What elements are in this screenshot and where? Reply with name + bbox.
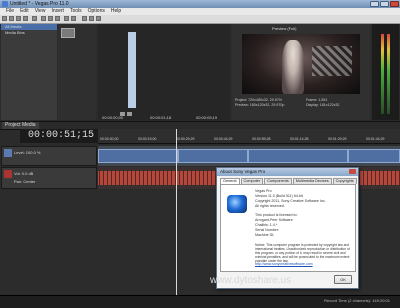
about-dialog: About Sony Vegas Pro General Computer Comp…	[216, 167, 359, 289]
main-toolbar	[0, 15, 400, 24]
master-bus-meters	[372, 24, 399, 120]
timeline-cursor[interactable]	[176, 129, 177, 295]
media-tree: All Media Media Bins	[1, 24, 57, 120]
window-title: Untitled * - Vegas Pro 11.0	[10, 1, 69, 7]
trimmer-time-right: 00:00:05;19	[196, 115, 218, 120]
trimmer-time-mid: 00:00:01;18	[150, 115, 172, 120]
media-thumbnail[interactable]	[61, 28, 75, 38]
menu-edit[interactable]: Edit	[20, 8, 29, 15]
render-icon[interactable]	[32, 16, 37, 21]
open-icon[interactable]	[9, 16, 14, 21]
video-track-lane[interactable]	[98, 146, 400, 166]
about-dialog-title: About Sony Vegas Pro	[217, 168, 358, 176]
copy-icon[interactable]	[48, 16, 53, 21]
undo-icon[interactable]	[64, 16, 69, 21]
licensed-to-label: This product is licensed to:	[255, 213, 298, 217]
status-bar: Record Time (2 channels): 149:20:01	[0, 295, 400, 308]
trimmer-panel: 00:00:00;00 00:00:01;18 00:00:05;19	[98, 24, 230, 120]
normal-edit-tool-icon[interactable]	[82, 16, 87, 21]
save-icon[interactable]	[16, 16, 21, 21]
rights-line: All rights reserved.	[255, 204, 285, 208]
audio-track-header[interactable]: Vol: 0.0 dB Pan: Center	[1, 167, 97, 189]
ruler-tick: 00:01:29;29	[328, 137, 347, 141]
menu-help[interactable]: Help	[111, 8, 121, 15]
timeline-ruler[interactable]: 00:00:00;00 00:00:15;00 00:00:29;29 00:0…	[98, 129, 400, 144]
product-name: Vegas Pro	[255, 189, 272, 193]
minimize-button[interactable]	[370, 1, 379, 7]
video-background-graffiti	[312, 46, 352, 76]
watermark-text: www.dytoshare.us	[210, 275, 292, 286]
menu-insert[interactable]: Insert	[51, 8, 64, 15]
properties-icon[interactable]	[23, 16, 28, 21]
trimmer-clip-strip[interactable]	[128, 32, 136, 108]
tab-project-media[interactable]: Project Media	[2, 122, 39, 129]
copyright-line: Copyright 2011, Sony Creative Software I…	[255, 199, 326, 203]
tree-item-media-bins[interactable]: Media Bins	[1, 30, 57, 36]
audio-track-pan[interactable]: Pan: Center	[14, 179, 35, 184]
ok-button[interactable]: OK	[334, 275, 352, 284]
video-track-level[interactable]: Level: 100.0 %	[14, 150, 40, 155]
redo-icon[interactable]	[71, 16, 76, 21]
timeline-timecode: 00:00:51;15	[20, 129, 98, 143]
trimmer-time-left: 00:00:00;00	[102, 115, 124, 120]
menu-options[interactable]: Options	[88, 8, 105, 15]
meter-right	[387, 34, 390, 114]
licensee-detail: Chalibis: 1.4.*	[255, 223, 278, 227]
media-list	[58, 24, 96, 120]
video-track-header[interactable]: Level: 100.0 %	[1, 146, 97, 166]
about-body: Vegas Pro Version 11.0 (Build 511) 64-bi…	[220, 184, 356, 272]
title-bar: Untitled * - Vegas Pro 11.0	[0, 0, 400, 8]
record-time-status: Record Time (2 channels): 149:20:01	[324, 298, 390, 303]
ruler-tick: 00:00:00;00	[100, 137, 119, 141]
video-clip[interactable]	[178, 149, 248, 163]
cut-icon[interactable]	[41, 16, 46, 21]
track-number	[4, 149, 12, 157]
menu-tools[interactable]: Tools	[70, 8, 82, 15]
video-frame	[242, 34, 360, 94]
menu-file[interactable]: File	[6, 8, 14, 15]
ruler-tick: 00:01:44;29	[366, 137, 385, 141]
ruler-tick: 00:00:44;29	[214, 137, 233, 141]
preview-project-info: Project: 720x480x32, 29.970i	[235, 98, 282, 102]
ruler-tick: 00:01:14;28	[290, 137, 309, 141]
machine-id: Machine ID:	[255, 233, 275, 237]
video-clip[interactable]	[248, 149, 348, 163]
maximize-button[interactable]	[380, 1, 389, 7]
envelope-tool-icon[interactable]	[89, 16, 94, 21]
video-performer	[282, 40, 304, 94]
vegas-logo-icon	[227, 195, 247, 213]
track-number	[4, 170, 12, 178]
preview-display-info: Display: 181x122x32	[306, 102, 340, 107]
serial-number: Serial Number:	[255, 228, 279, 232]
legal-notice: Notice: This computer program is protect…	[255, 243, 350, 263]
product-version: Version 11.0 (Build 511) 64-bit	[255, 194, 303, 198]
licensee-name: Arrogant-Peer Software	[255, 218, 293, 222]
about-dialog-title-text: About Sony Vegas Pro	[220, 169, 266, 174]
vegas-app-icon	[2, 1, 8, 7]
menu-bar: File Edit View Insert Tools Options Help	[0, 8, 400, 15]
close-icon[interactable]	[349, 169, 356, 174]
preview-preview-info: Preview: 180x120x32, 29.970p	[235, 102, 285, 107]
ruler-tick: 00:00:29;29	[176, 137, 195, 141]
meter-left	[381, 34, 384, 114]
stop-icon[interactable]	[127, 112, 132, 116]
video-clip[interactable]	[348, 149, 400, 163]
close-button[interactable]	[390, 1, 399, 7]
menu-view[interactable]: View	[35, 8, 46, 15]
website-link[interactable]: http://www.sonycreativesoftware.com	[255, 262, 313, 266]
paste-icon[interactable]	[55, 16, 60, 21]
audio-track-volume[interactable]: Vol: 0.0 dB	[14, 171, 33, 176]
video-clip[interactable]	[98, 149, 178, 163]
preview-quality[interactable]: Preview (Full)	[272, 26, 296, 31]
selection-tool-icon[interactable]	[96, 16, 101, 21]
new-icon[interactable]	[2, 16, 7, 21]
ruler-tick: 00:00:15;00	[138, 137, 157, 141]
ruler-tick: 00:00:59;28	[252, 137, 271, 141]
